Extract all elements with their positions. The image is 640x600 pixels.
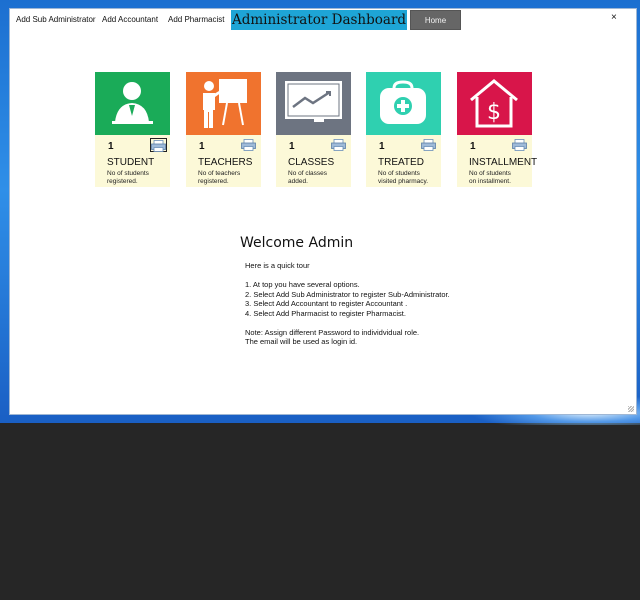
teachers-description-line1: No of teachers xyxy=(198,170,241,177)
close-icon[interactable]: × xyxy=(611,12,617,23)
printer-icon xyxy=(241,139,256,151)
classes-card-banner xyxy=(276,72,351,135)
student-count: 1 xyxy=(108,141,114,152)
installment-card-banner: $ xyxy=(457,72,532,135)
treated-print-button[interactable] xyxy=(421,138,438,152)
student-description-line1: No of students xyxy=(107,170,149,177)
teachers-count: 1 xyxy=(199,141,205,152)
resize-grip[interactable] xyxy=(628,406,634,412)
treated-card[interactable]: 1 TREATED No of students visited pharmac… xyxy=(366,72,441,187)
printer-icon xyxy=(421,139,436,151)
classes-card[interactable]: 1 CLASSES No of classes added. xyxy=(276,72,351,187)
printer-icon xyxy=(512,139,527,151)
printer-icon xyxy=(151,140,166,152)
treated-description-line2: visited pharmacy. xyxy=(378,178,429,185)
teachers-print-button[interactable] xyxy=(241,138,258,152)
teachers-description: No of teachers registered. xyxy=(198,170,240,186)
installment-print-button[interactable] xyxy=(512,138,529,152)
tour-line: 3. Select Add Accountant to register Acc… xyxy=(245,299,408,308)
teachers-description-line2: registered. xyxy=(198,178,229,185)
teachers-card-banner xyxy=(186,72,261,135)
installment-count: 1 xyxy=(470,141,476,152)
add-pharmacist-menu[interactable]: Add Pharmacist xyxy=(168,15,224,24)
treated-description: No of students visited pharmacy. xyxy=(378,170,428,186)
quick-tour-text: Here is a quick tour 1. At top you have … xyxy=(245,261,450,347)
tour-spacer xyxy=(245,271,450,281)
tour-line: 4. Select Add Pharmacist to register Pha… xyxy=(245,308,406,318)
add-accountant-menu[interactable]: Add Accountant xyxy=(102,15,158,24)
installment-description-line2: on installment. xyxy=(469,178,511,185)
student-print-button[interactable] xyxy=(150,138,167,152)
installment-card[interactable]: $ 1 INSTALLMENT No of students on instal… xyxy=(457,72,537,187)
student-card-banner xyxy=(95,72,170,135)
classes-description-line1: No of classes xyxy=(288,170,328,177)
menu-bar: Add Sub Administrator Add Accountant Add… xyxy=(10,9,636,31)
welcome-heading: Welcome Admin xyxy=(240,235,354,251)
installment-description: No of students on installment. xyxy=(469,170,511,186)
student-description-line2: registered. xyxy=(107,178,138,185)
treated-label: TREATED xyxy=(378,157,424,168)
dashboard-window: Add Sub Administrator Add Accountant Add… xyxy=(9,8,637,415)
dashboard-title: Administrator Dashboard xyxy=(231,10,407,30)
tour-line: 1. At top you have several options. xyxy=(245,280,360,289)
classes-description: No of classes added. xyxy=(288,170,327,186)
installment-label: INSTALLMENT xyxy=(469,157,538,168)
classes-description-line2: added. xyxy=(288,178,308,185)
printer-icon xyxy=(331,139,346,151)
tour-intro: Here is a quick tour xyxy=(245,261,310,270)
dollar-house-icon: $ xyxy=(470,79,518,128)
classes-count: 1 xyxy=(289,141,295,152)
student-label: STUDENT xyxy=(107,157,155,168)
installment-description-line1: No of students xyxy=(469,170,511,177)
tour-note: The email will be used as login id. xyxy=(245,337,358,346)
treated-description-line1: No of students xyxy=(378,170,420,177)
student-card[interactable]: 1 STUDENT No of students registered. xyxy=(95,72,170,187)
teachers-label: TEACHERS xyxy=(198,157,253,168)
treated-count: 1 xyxy=(379,141,385,152)
medical-bag-icon xyxy=(380,80,426,124)
student-icon xyxy=(112,82,153,124)
classes-label: CLASSES xyxy=(288,157,335,168)
home-button[interactable]: Home xyxy=(410,10,461,30)
treated-card-banner xyxy=(366,72,441,135)
student-description: No of students registered. xyxy=(107,170,149,186)
tour-spacer xyxy=(245,318,450,328)
svg-text:$: $ xyxy=(487,100,501,125)
tour-line: 2. Select Add Sub Administrator to regis… xyxy=(245,289,450,299)
classes-print-button[interactable] xyxy=(331,138,348,152)
teachers-card[interactable]: 1 TEACHERS No of teachers registered. xyxy=(186,72,261,187)
tour-note: Note: Assign different Password to indiv… xyxy=(245,327,420,337)
chart-board-icon xyxy=(285,81,342,122)
teacher-icon xyxy=(203,79,247,128)
add-sub-administrator-menu[interactable]: Add Sub Administrator xyxy=(16,15,96,24)
